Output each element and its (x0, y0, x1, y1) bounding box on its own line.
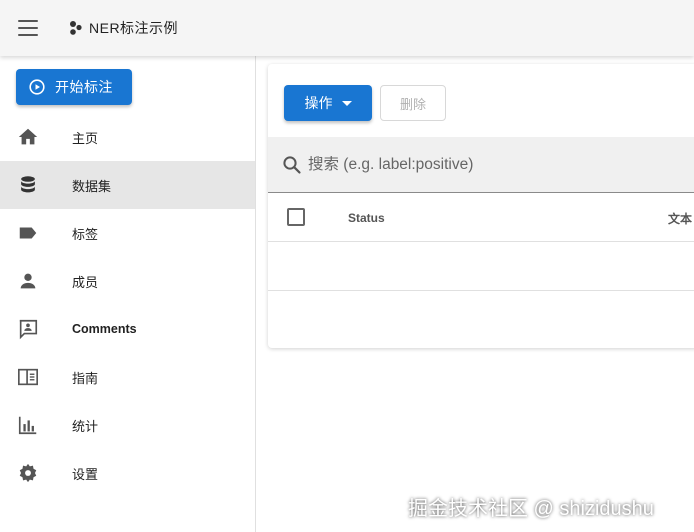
comment-account-icon (17, 318, 39, 340)
sidebar-item-label: 标签 (72, 226, 99, 242)
person-icon (17, 270, 39, 292)
sidebar-nav: 主页 数据集 标签 成员 Comments 指南 统计 设置 (0, 113, 255, 497)
actions-label: 操作 (304, 95, 333, 111)
sidebar-item-label: Comments (72, 322, 137, 336)
column-header-text[interactable]: 文本 (668, 210, 692, 227)
search-input[interactable] (308, 155, 668, 174)
sidebar-item-comments[interactable]: Comments (0, 305, 255, 353)
sidebar-item-label: 统计 (72, 418, 99, 434)
brand: NER标注示例 (68, 18, 178, 38)
sidebar-item-dataset[interactable]: 数据集 (0, 161, 255, 209)
sidebar: 开始标注 主页 数据集 标签 成员 Comments 指南 统计 设置 (0, 56, 256, 532)
main-content: 操作 删除 Status 文本 (256, 56, 694, 532)
caret-down-icon (341, 100, 352, 106)
delete-label: 删除 (399, 96, 426, 112)
sidebar-item-label: 主页 (72, 130, 99, 146)
sidebar-item-home[interactable]: 主页 (0, 113, 255, 161)
gear-icon (17, 462, 39, 484)
dataset-card: 操作 删除 Status 文本 (268, 64, 694, 348)
home-icon (17, 126, 39, 148)
app-title: NER标注示例 (89, 20, 179, 36)
hamburger-menu-icon[interactable] (17, 17, 39, 39)
chart-bar-icon (17, 414, 39, 436)
select-all-checkbox[interactable] (287, 208, 305, 226)
table-header: Status 文本 (268, 194, 694, 242)
bubbles-logo-icon (70, 21, 82, 35)
delete-button[interactable]: 删除 (380, 85, 446, 121)
start-annotation-label: 开始标注 (55, 79, 113, 95)
sidebar-item-label: 设置 (72, 466, 99, 482)
sidebar-item-label: 指南 (72, 370, 99, 386)
search-icon (283, 155, 301, 174)
sidebar-item-label: 数据集 (72, 178, 112, 194)
database-icon (17, 174, 39, 196)
actions-menu-button[interactable]: 操作 (284, 85, 372, 121)
start-annotation-button[interactable]: 开始标注 (16, 69, 132, 105)
sidebar-item-settings[interactable]: 设置 (0, 449, 255, 497)
book-open-icon (17, 366, 39, 388)
search-bar (268, 137, 694, 193)
sidebar-item-labels[interactable]: 标签 (0, 209, 255, 257)
column-header-status[interactable]: Status (348, 211, 385, 225)
watermark: 掘金技术社区 @ shizidushu (408, 498, 654, 520)
sidebar-item-guideline[interactable]: 指南 (0, 353, 255, 401)
app-bar: NER标注示例 (0, 0, 694, 56)
play-circle-icon (29, 79, 45, 95)
sidebar-item-members[interactable]: 成员 (0, 257, 255, 305)
table-empty-row (268, 242, 694, 291)
label-icon (17, 222, 39, 244)
sidebar-item-statistics[interactable]: 统计 (0, 401, 255, 449)
sidebar-item-label: 成员 (72, 274, 99, 290)
